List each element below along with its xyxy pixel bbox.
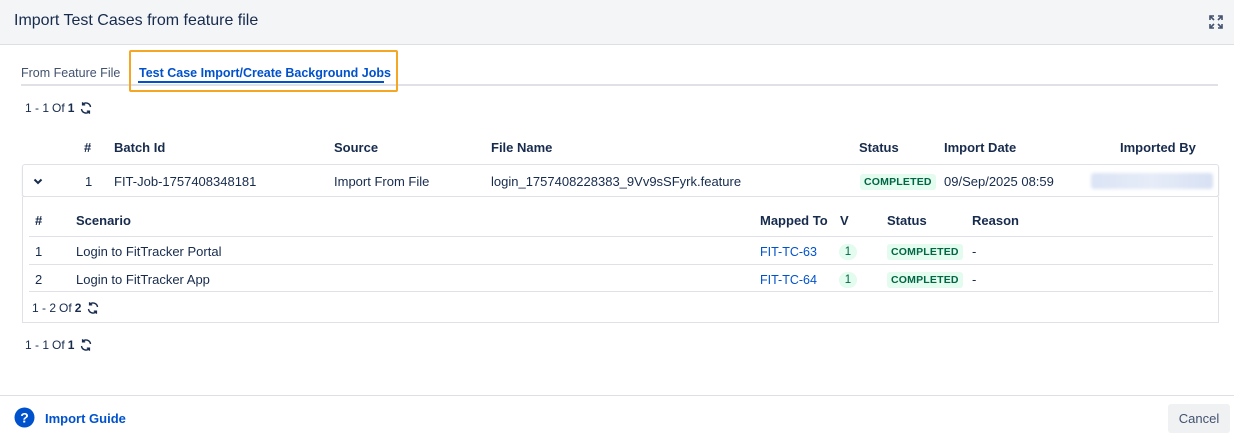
pager-total: 1 <box>67 101 75 115</box>
job-batch-id: FIT-Job-1757408348181 <box>114 174 257 189</box>
sub-col-header-scenario: Scenario <box>76 213 131 228</box>
pager-total: 1 <box>67 338 75 352</box>
scenario-reason: - <box>972 272 977 287</box>
bottom-pager: 1 - 1 Of 1 <box>25 338 93 352</box>
chevron-down-icon[interactable] <box>31 174 45 188</box>
pager-of: Of <box>59 301 72 315</box>
imported-by-redacted <box>1091 173 1213 189</box>
mapped-to-link[interactable]: FIT-TC-63 <box>760 245 817 259</box>
pager-of: Of <box>52 338 65 352</box>
pager-range: 1 - 2 <box>32 301 57 315</box>
scenario-name: Login to FitTracker Portal <box>76 244 222 259</box>
sub-col-header-reason: Reason <box>972 213 1019 228</box>
svg-text:?: ? <box>20 410 29 426</box>
dialog-title: Import Test Cases from feature file <box>14 12 259 29</box>
sub-col-header-num: # <box>35 213 43 228</box>
scenario-num: 1 <box>35 244 43 259</box>
col-header-status: Status <box>859 140 899 155</box>
scenario-reason: - <box>972 244 977 259</box>
col-header-num: # <box>84 140 92 155</box>
job-source: Import From File <box>334 174 430 189</box>
status-badge: COMPLETED <box>887 244 963 260</box>
mapped-to-link[interactable]: FIT-TC-64 <box>760 273 817 287</box>
job-row[interactable]: 1 FIT-Job-1757408348181 Import From File… <box>22 164 1219 197</box>
col-header-import-date: Import Date <box>944 140 1017 155</box>
status-badge: COMPLETED <box>860 174 936 190</box>
refresh-icon[interactable] <box>79 338 93 352</box>
pager-range: 1 - 1 <box>25 101 50 115</box>
job-file-name: login_1757408228383_9Vv9sSFyrk.feature <box>491 174 742 189</box>
version-badge: 1 <box>839 244 857 260</box>
scenario-panel: # Scenario Mapped To V Status Reason 1 L… <box>22 197 1219 323</box>
tab-from-feature-file[interactable]: From Feature File <box>21 66 120 80</box>
scenario-row: 1 Login to FitTracker Portal FIT-TC-63 1… <box>29 236 1213 264</box>
tab-highlight-box <box>129 50 398 92</box>
import-guide-link[interactable]: Import Guide <box>45 411 126 426</box>
status-badge: COMPLETED <box>887 272 963 288</box>
expand-icon <box>1209 15 1223 29</box>
dialog-footer: ? Import Guide Cancel <box>0 395 1234 437</box>
col-header-imported-by: Imported By <box>1120 140 1196 155</box>
pager-range: 1 - 1 <box>25 338 50 352</box>
scenario-pager: 1 - 2 Of 2 <box>32 301 100 315</box>
job-num: 1 <box>85 174 93 189</box>
scenario-num: 2 <box>35 272 43 287</box>
sub-col-header-mapped-to: Mapped To <box>760 213 828 228</box>
pager-total: 2 <box>74 301 82 315</box>
sub-col-header-version: V <box>840 213 849 228</box>
col-header-batch-id: Batch Id <box>114 140 166 155</box>
refresh-icon[interactable] <box>86 301 100 315</box>
sub-col-header-status: Status <box>887 213 927 228</box>
cancel-button[interactable]: Cancel <box>1168 404 1230 433</box>
expand-button[interactable] <box>1206 12 1226 32</box>
refresh-icon[interactable] <box>79 101 93 115</box>
help-icon[interactable]: ? <box>14 407 35 428</box>
top-pager: 1 - 1 Of 1 <box>25 101 93 115</box>
job-import-date: 09/Sep/2025 08:59 <box>944 174 1054 189</box>
scenario-row: 2 Login to FitTracker App FIT-TC-64 1 CO… <box>29 264 1213 292</box>
dialog-header: Import Test Cases from feature file <box>0 0 1234 45</box>
pager-of: Of <box>52 101 65 115</box>
col-header-source: Source <box>334 140 379 155</box>
scenario-name: Login to FitTracker App <box>76 272 210 287</box>
col-header-file-name: File Name <box>491 140 553 155</box>
version-badge: 1 <box>839 272 857 288</box>
